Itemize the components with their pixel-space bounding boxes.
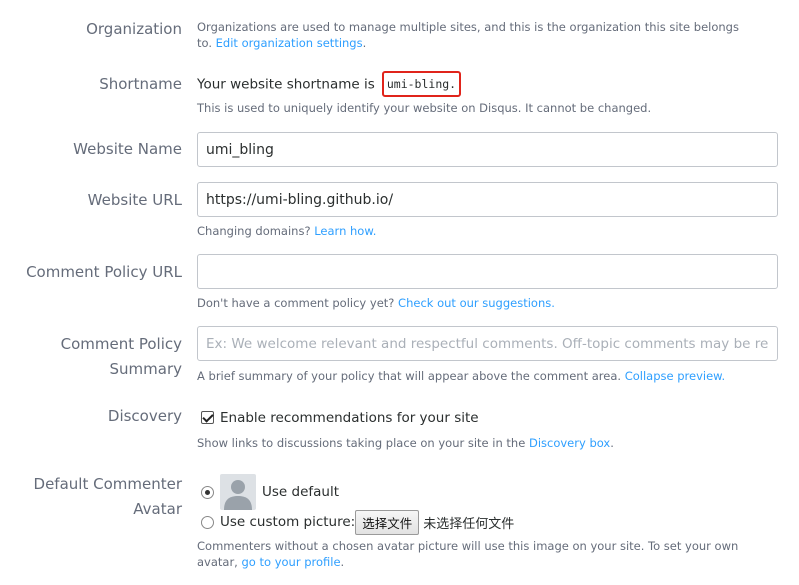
default-avatar-icon	[220, 474, 256, 510]
file-status-text: 未选择任何文件	[423, 516, 515, 532]
radio-default[interactable]	[201, 485, 214, 499]
comment-policy-url-input[interactable]	[197, 254, 778, 289]
edit-organization-settings-link[interactable]: Edit organization settings	[216, 36, 363, 50]
organization-help: Organizations are used to manage multipl…	[197, 19, 757, 51]
comment-policy-summary-label-line2: Summary	[109, 360, 183, 378]
choose-file-button[interactable]: 选择文件	[355, 509, 420, 535]
discovery-label: Discovery	[107, 407, 182, 425]
website-url-input[interactable]	[197, 182, 778, 217]
organization-help-end: .	[362, 36, 367, 50]
use-custom-picture-label[interactable]: Use custom picture:	[220, 514, 355, 530]
comment-policy-summary-input[interactable]	[197, 326, 778, 361]
website-name-input[interactable]	[197, 132, 778, 167]
shortname-code: umi-bling.	[381, 71, 462, 97]
comment-policy-summary-help: A brief summary of your policy that will…	[197, 368, 778, 384]
discovery-help: Show links to discussions taking place o…	[197, 435, 778, 451]
learn-how-link[interactable]: Learn how.	[314, 224, 376, 238]
avatar-custom-option[interactable]: Use custom picture: 选择文件 未选择任何文件	[201, 509, 515, 535]
shortname-value-line: Your website shortname is umi-bling.	[197, 71, 778, 97]
comment-policy-url-help-text: Don't have a comment policy yet?	[197, 296, 395, 310]
default-avatar-label-line2: Avatar	[133, 500, 182, 518]
collapse-preview-link[interactable]: Collapse preview.	[625, 369, 725, 383]
discovery-checkbox-label[interactable]: Enable recommendations for your site	[220, 410, 479, 426]
default-avatar-help: Commenters without a chosen avatar pictu…	[197, 538, 778, 570]
comment-policy-summary-label: Comment Policy Summary	[0, 332, 182, 382]
comment-policy-summary-label-line1: Comment Policy	[60, 335, 182, 353]
radio-custom[interactable]	[201, 515, 214, 529]
discovery-help-text: Show links to discussions taking place o…	[197, 436, 526, 450]
use-default-label[interactable]: Use default	[262, 484, 339, 500]
discovery-help-end: .	[610, 436, 614, 450]
shortname-help: This is used to uniquely identify your w…	[197, 101, 652, 115]
default-avatar-label: Default Commenter Avatar	[0, 472, 182, 522]
shortname-label: Shortname	[99, 75, 182, 93]
website-url-help: Changing domains? Learn how.	[197, 223, 778, 239]
check-icon[interactable]	[201, 411, 214, 424]
website-url-help-text: Changing domains?	[197, 224, 311, 238]
discovery-checkbox-row[interactable]: Enable recommendations for your site	[201, 407, 778, 426]
comment-policy-url-help: Don't have a comment policy yet? Check o…	[197, 295, 778, 311]
default-avatar-label-line1: Default Commenter	[33, 475, 182, 493]
go-to-your-profile-link[interactable]: go to your profile	[242, 555, 341, 569]
avatar-default-option[interactable]: Use default	[201, 474, 339, 510]
comment-policy-summary-help-text: A brief summary of your policy that will…	[197, 369, 622, 383]
check-out-suggestions-link[interactable]: Check out our suggestions.	[398, 296, 555, 310]
shortname-prefix: Your website shortname is	[197, 76, 375, 93]
organization-label: Organization	[86, 20, 182, 38]
default-avatar-help-end: .	[340, 555, 345, 569]
website-name-label: Website Name	[73, 140, 182, 158]
discovery-box-link[interactable]: Discovery box	[529, 436, 610, 450]
website-url-label: Website URL	[87, 191, 182, 209]
comment-policy-url-label: Comment Policy URL	[26, 263, 182, 281]
